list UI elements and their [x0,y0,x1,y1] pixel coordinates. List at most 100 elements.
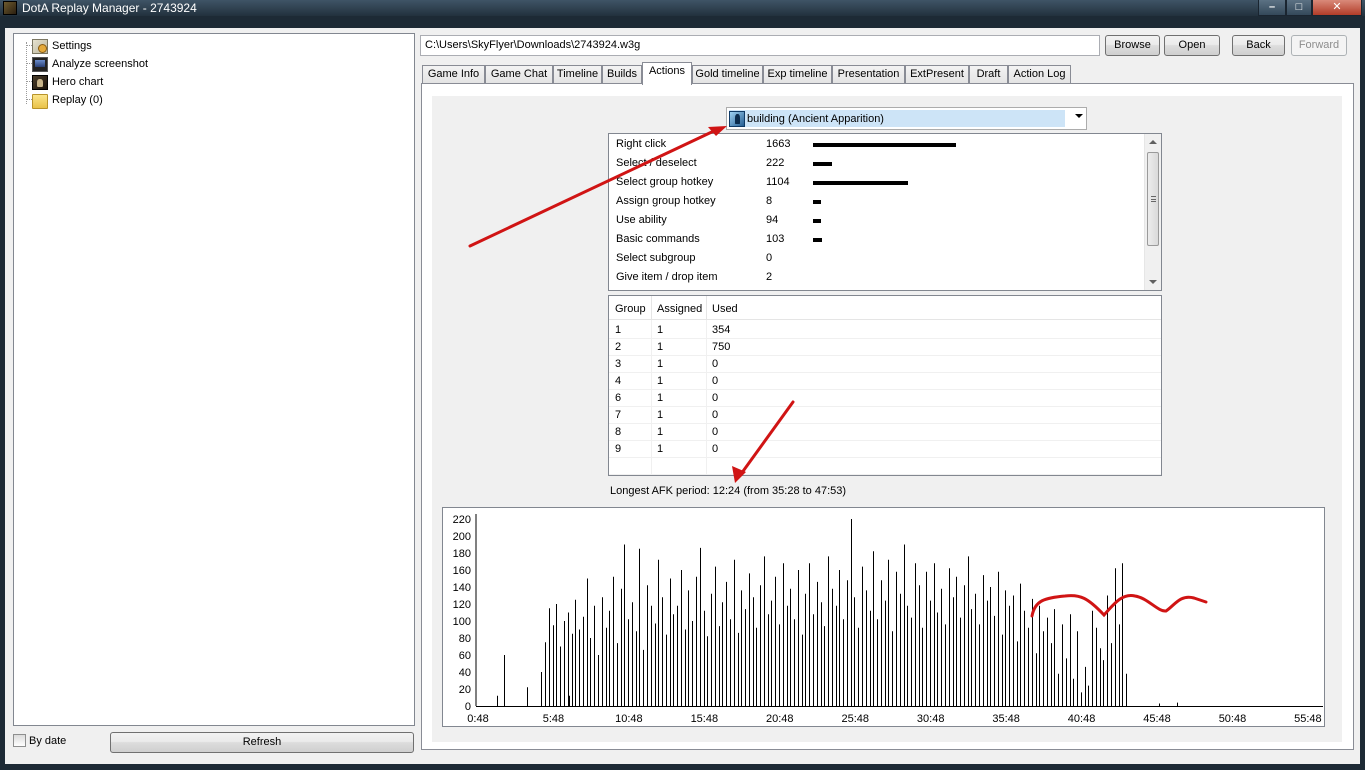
table-row[interactable]: 6 1 0 [609,390,1161,407]
screenshot-icon [32,56,48,72]
table-cell: 8 [615,426,622,438]
tab-timeline[interactable]: Timeline [553,65,602,84]
action-list-scrollbar[interactable] [1144,134,1161,290]
table-cell: 0 [712,443,719,455]
checkbox-box[interactable] [13,734,26,747]
player-select[interactable]: building (Ancient Apparition) [726,107,1087,130]
table-row[interactable]: 1 1 354 [609,322,1161,339]
by-date-label: By date [29,734,67,747]
y-tick-label: 160 [453,565,471,577]
action-row[interactable]: Right click 1663 [609,135,1144,154]
table-cell: 0 [712,375,719,387]
action-row[interactable]: Give item / drop item 2 [609,268,1144,287]
folder-icon [32,93,48,109]
tree-item-replay[interactable]: Replay (0) [32,91,103,109]
tree-item-analyze-screenshot[interactable]: Analyze screenshot [32,55,148,73]
apm-chart-svg: 0 20 40 60 80 100 120 140 160 180 200 220 0:48 5:48 10… [453,514,1323,725]
action-name: Use ability [616,214,667,226]
tab-draft[interactable]: Draft [969,65,1008,84]
tab-actions[interactable]: Actions [642,62,692,85]
action-row[interactable]: Select group hotkey 1104 [609,173,1144,192]
refresh-button[interactable]: Refresh [110,732,414,753]
action-row[interactable]: Use ability 94 [609,211,1144,230]
scroll-down-icon[interactable] [1149,280,1157,284]
forward-button[interactable]: Forward [1291,35,1347,56]
main-window: Settings Analyze screenshot Hero chart R… [5,28,1360,764]
table-row[interactable]: 2 1 750 [609,339,1161,356]
action-count-bar [813,219,821,223]
tab-presentation[interactable]: Presentation [832,65,905,84]
table-cell: 7 [615,409,622,421]
column-separator [706,320,707,475]
column-header-group[interactable]: Group [615,303,646,315]
tab-game-chat[interactable]: Game Chat [485,65,553,84]
x-tick-label: 50:48 [1219,713,1247,725]
action-counts-list[interactable]: Give item / drop item 2 Select subgroup 0 Ba… [608,133,1162,291]
action-count-bar [813,143,956,147]
y-tick-label: 220 [453,514,471,526]
y-tick-label: 60 [459,650,471,662]
table-cell: 6 [615,392,622,404]
tab-builds[interactable]: Builds [602,65,642,84]
tree-item-hero-chart[interactable]: Hero chart [32,73,103,91]
by-date-checkbox[interactable]: By date [13,734,66,747]
x-tick-label: 25:48 [841,713,869,725]
scroll-thumb[interactable] [1147,152,1159,246]
action-row[interactable]: Select / deselect 222 [609,154,1144,173]
column-separator [706,296,707,320]
action-count-bar [813,200,821,204]
scroll-up-icon[interactable] [1149,140,1157,144]
minimize-button[interactable]: – [1258,0,1286,16]
back-button[interactable]: Back [1232,35,1285,56]
open-button[interactable]: Open [1164,35,1220,56]
action-row[interactable]: Assign group hotkey 8 [609,192,1144,211]
table-cell: 9 [615,443,622,455]
hero-portrait-icon [729,110,745,127]
table-row[interactable]: 3 1 0 [609,356,1161,373]
table-row[interactable]: 4 1 0 [609,373,1161,390]
action-count: 0 [766,252,773,264]
column-header-assigned[interactable]: Assigned [657,303,702,315]
chevron-down-icon[interactable] [1075,114,1083,118]
x-tick-label: 55:48 [1294,713,1322,725]
tree-item-label: Replay (0) [52,94,103,106]
hotkey-group-table[interactable]: Group Assigned Used 1 1 354 2 1 750 3 1 0 4 1 0 6 1 0 7… [608,295,1162,476]
action-count-bar [813,238,822,242]
action-name: Select group hotkey [616,176,714,188]
table-cell: 1 [657,443,664,455]
tab-exp-timeline[interactable]: Exp timeline [763,65,832,84]
replay-tree[interactable]: Settings Analyze screenshot Hero chart R… [13,33,415,726]
action-count: 1104 [766,176,790,188]
x-tick-label: 20:48 [766,713,794,725]
action-row[interactable]: Basic commands 103 [609,230,1144,249]
table-row[interactable]: 7 1 0 [609,407,1161,424]
apm-chart: 0 20 40 60 80 100 120 140 160 180 200 220 0:48 5:48 10… [442,507,1325,727]
y-tick-label: 120 [453,599,471,611]
table-row[interactable]: 8 1 0 [609,424,1161,441]
x-tick-label: 40:48 [1068,713,1096,725]
table-cell: 1 [657,341,664,353]
table-row [609,458,1161,475]
replay-path-input[interactable]: C:\Users\SkyFlyer\Downloads\2743924.w3g [420,35,1100,56]
tab-action-log[interactable]: Action Log [1008,65,1071,84]
action-name: Basic commands [616,233,700,245]
actions-content: building (Ancient Apparition) Give item … [432,96,1342,742]
table-cell: 2 [615,341,622,353]
tree-item-settings[interactable]: Settings [32,37,92,55]
tab-game-info[interactable]: Game Info [422,65,485,84]
tab-gold-timeline[interactable]: Gold timeline [692,65,763,84]
player-select-value: building (Ancient Apparition) [729,110,1065,127]
column-header-used[interactable]: Used [712,303,738,315]
tab-extpresent[interactable]: ExtPresent [905,65,969,84]
hero-chart-icon [32,74,48,90]
table-cell: 0 [712,358,719,370]
y-tick-label: 180 [453,548,471,560]
x-tick-label: 15:48 [691,713,719,725]
action-row[interactable]: Select subgroup 0 [609,249,1144,268]
browse-button[interactable]: Browse [1105,35,1160,56]
table-cell: 1 [657,392,664,404]
table-row[interactable]: 9 1 0 [609,441,1161,458]
maximize-button[interactable]: □ [1286,0,1312,16]
table-cell: 0 [712,392,719,404]
close-button[interactable]: ✕ [1312,0,1362,16]
